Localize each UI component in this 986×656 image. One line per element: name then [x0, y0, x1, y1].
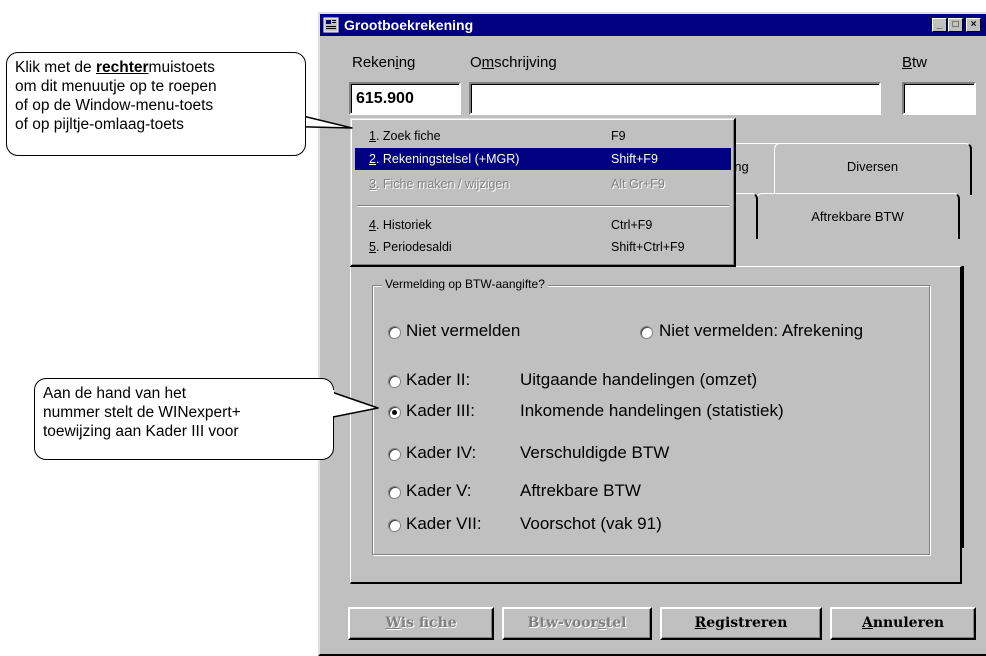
menu-shortcut: Ctrl+F9: [611, 218, 653, 232]
kader-vii-desc: Voorschot (vak 91): [520, 514, 662, 533]
omschrijving-label: Omschrijving: [470, 54, 557, 71]
menu-shortcut: Shift+F9: [611, 152, 658, 166]
btw-field[interactable]: [902, 82, 976, 115]
tab-aftrekbare-btw[interactable]: Aftrekbare BTW: [756, 193, 960, 239]
kader-ii-label: Kader II:: [406, 370, 471, 389]
radio-niet-vermelden[interactable]: [388, 326, 401, 339]
kader-vii-label: Kader VII:: [406, 514, 482, 533]
kader-iv-desc: Verschuldigde BTW: [520, 443, 670, 462]
registreren-button[interactable]: Registreren: [660, 607, 822, 640]
annuleren-button[interactable]: Annuleren: [830, 607, 976, 640]
maximize-icon[interactable]: □: [948, 18, 963, 32]
radio-kader-ii[interactable]: [388, 375, 401, 388]
title-bar[interactable]: Grootboekrekening _ □ ×: [320, 14, 986, 36]
menu-shortcut: Alt Gr+F9: [611, 177, 665, 191]
tab-label: ng: [734, 159, 749, 174]
radio-kader-iv[interactable]: [388, 448, 401, 461]
kader-iii-desc: Inkomende handelingen (statistiek): [520, 401, 784, 420]
minimize-icon[interactable]: _: [932, 18, 947, 32]
radio-kader-v[interactable]: [388, 486, 401, 499]
menu-item-fiche-maken[interactable]: 3. Fiche maken / wijzigen Alt Gr+F9: [355, 173, 731, 195]
window-title: Grootboekrekening: [344, 17, 474, 33]
menu-separator: [357, 205, 729, 207]
kader-ii-desc: Uitgaande handelingen (omzet): [520, 370, 758, 389]
callout-rechtermuistoets: Klik met de rechtermuistoets om dit menu…: [6, 52, 306, 156]
btw-label: Btw: [902, 54, 928, 71]
groupbox-title: Vermelding op BTW-aangifte?: [382, 277, 548, 291]
tail-seam: [318, 390, 334, 416]
wis-fiche-button[interactable]: Wis fiche: [348, 607, 494, 640]
callout-kader-iii: Aan de hand van het nummer stelt de WINe…: [34, 378, 334, 460]
menu-item-zoek-fiche[interactable]: 1. Zoek fiche F9: [355, 125, 731, 147]
menu-item-historiek[interactable]: 4. Historiek Ctrl+F9: [355, 214, 731, 236]
kader-iii-label: Kader III:: [406, 401, 475, 420]
menu-item-rekeningstelsel[interactable]: 2. Rekeningstelsel (+MGR) Shift+F9: [355, 148, 731, 170]
omschrijving-field[interactable]: [469, 82, 881, 115]
app-icon: [323, 17, 339, 33]
menu-shortcut: F9: [611, 129, 626, 143]
menu-shortcut: Shift+Ctrl+F9: [611, 240, 685, 254]
close-icon[interactable]: ×: [966, 18, 981, 32]
rekening-label: Rekening: [352, 54, 416, 71]
niet-vermelden-label: Niet vermelden: [406, 321, 521, 340]
niet-vermelden-afrekening-label: Niet vermelden: Afrekening: [659, 321, 864, 340]
tab-diversen[interactable]: Diversen: [774, 143, 972, 195]
menu-item-periodesaldi[interactable]: 5. Periodesaldi Shift+Ctrl+F9: [355, 236, 731, 258]
radio-kader-vii[interactable]: [388, 519, 401, 532]
tab-label: Diversen: [846, 159, 899, 174]
radio-kader-iii[interactable]: [388, 406, 401, 419]
kader-v-desc: Aftrekbare BTW: [520, 481, 641, 500]
btw-voorstel-button[interactable]: Btw-voorstel: [502, 607, 652, 640]
context-menu: 1. Zoek fiche F9 2. Rekeningstelsel (+MG…: [350, 118, 736, 267]
radio-niet-vermelden-afrekening[interactable]: [640, 326, 653, 339]
rekening-field[interactable]: 615.900: [349, 82, 461, 115]
panel-shadow: [962, 266, 964, 548]
kader-v-label: Kader V:: [406, 481, 472, 500]
tail-seam: [266, 108, 272, 126]
kader-iv-label: Kader IV:: [406, 443, 477, 462]
tab-label: Aftrekbare BTW: [811, 209, 904, 224]
